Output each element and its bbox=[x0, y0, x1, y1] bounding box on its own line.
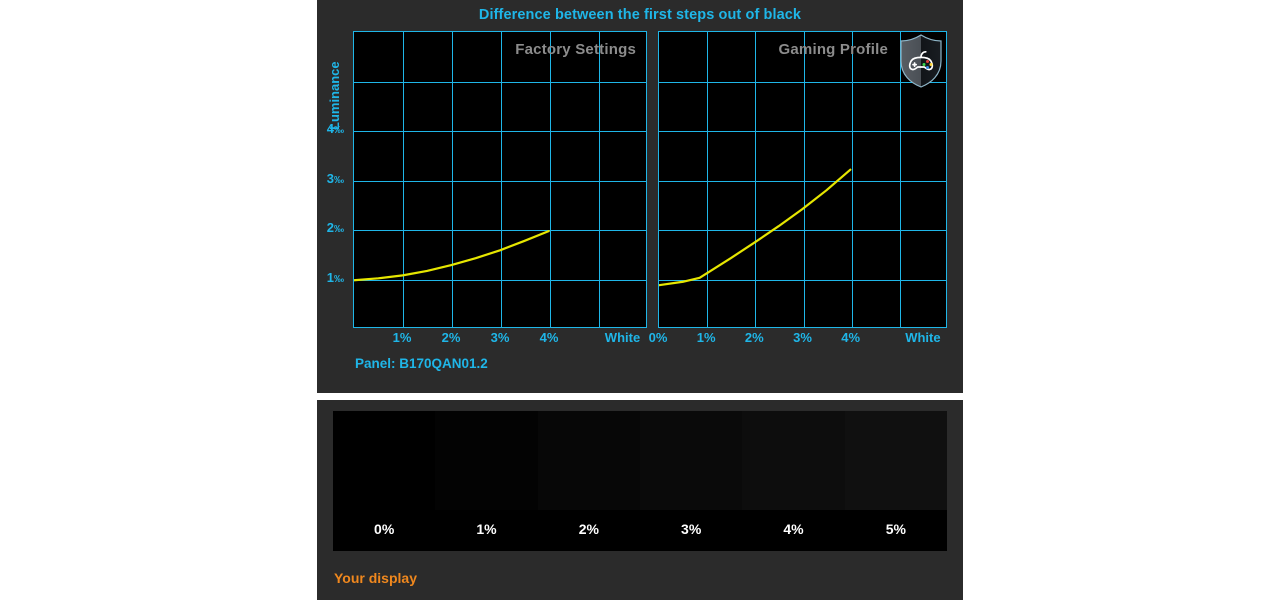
gradient-step-label: 1% bbox=[476, 521, 497, 537]
x-axis-tick: 2% bbox=[744, 330, 764, 345]
x-axis-tick: White bbox=[604, 330, 641, 345]
x-axis-tick: 2% bbox=[441, 330, 461, 345]
y-axis-tick-1: 1‰ bbox=[326, 269, 344, 285]
gradient-step-swatch bbox=[435, 411, 538, 510]
gradient-step: 1% bbox=[435, 411, 538, 551]
chart-gaming-profile: Gaming Profile bbox=[658, 31, 947, 328]
x-axis-tick: 1% bbox=[696, 330, 716, 345]
gradient-step-swatch bbox=[742, 411, 845, 510]
gradient-step-label: 2% bbox=[578, 521, 599, 537]
panel-model-label: Panel: B170QAN01.2 bbox=[355, 356, 488, 371]
y-axis-title: Luminance bbox=[327, 61, 342, 130]
gradient-step-label: 0% bbox=[374, 521, 395, 537]
page-title: Difference between the first steps out o… bbox=[478, 7, 802, 23]
gradient-step: 0% bbox=[333, 411, 436, 551]
chart-label-gaming-profile: Gaming Profile bbox=[778, 41, 888, 58]
x-axis-tick: White bbox=[905, 330, 941, 345]
x-axis-tick: 3% bbox=[490, 330, 510, 345]
gradient-step-swatch bbox=[333, 411, 436, 510]
gradient-step-label: 4% bbox=[783, 521, 804, 537]
gradient-step: 2% bbox=[537, 411, 640, 551]
gradient-step-swatch bbox=[537, 411, 640, 510]
gamepad-shield-icon bbox=[900, 34, 942, 88]
x-axis-tick: 4% bbox=[841, 330, 861, 345]
x-axis-tick: 1% bbox=[392, 330, 412, 345]
x-axis-tick: 3% bbox=[793, 330, 812, 345]
gradient-step-label: 3% bbox=[681, 521, 702, 537]
y-axis-tick-2: 2‰ bbox=[326, 220, 344, 235]
x-axis-tick: 0% bbox=[648, 330, 668, 345]
y-axis-tick-4: 4‰ bbox=[326, 121, 344, 136]
x-axis-tick: 4% bbox=[539, 330, 559, 345]
gradient-step-label: 5% bbox=[885, 521, 906, 537]
chart-label-factory-settings: Factory Settings bbox=[515, 41, 636, 58]
gradient-strip: 0% 1% 2% 3% 4% 5% bbox=[333, 411, 947, 551]
gradient-step: 4% bbox=[742, 411, 845, 551]
screenshot-root: Difference between the first steps out o… bbox=[0, 0, 1280, 600]
gradient-step-swatch bbox=[639, 411, 743, 510]
y-axis-tick-3: 3‰ bbox=[326, 170, 344, 186]
gradient-step-swatch bbox=[844, 411, 947, 510]
chart-factory-settings: Factory Settings bbox=[353, 31, 647, 328]
your-display-label: Your display bbox=[334, 570, 417, 586]
luminance-curve-left bbox=[354, 32, 646, 327]
gradient-step: 3% bbox=[639, 411, 743, 551]
gradient-step: 5% bbox=[844, 411, 947, 551]
